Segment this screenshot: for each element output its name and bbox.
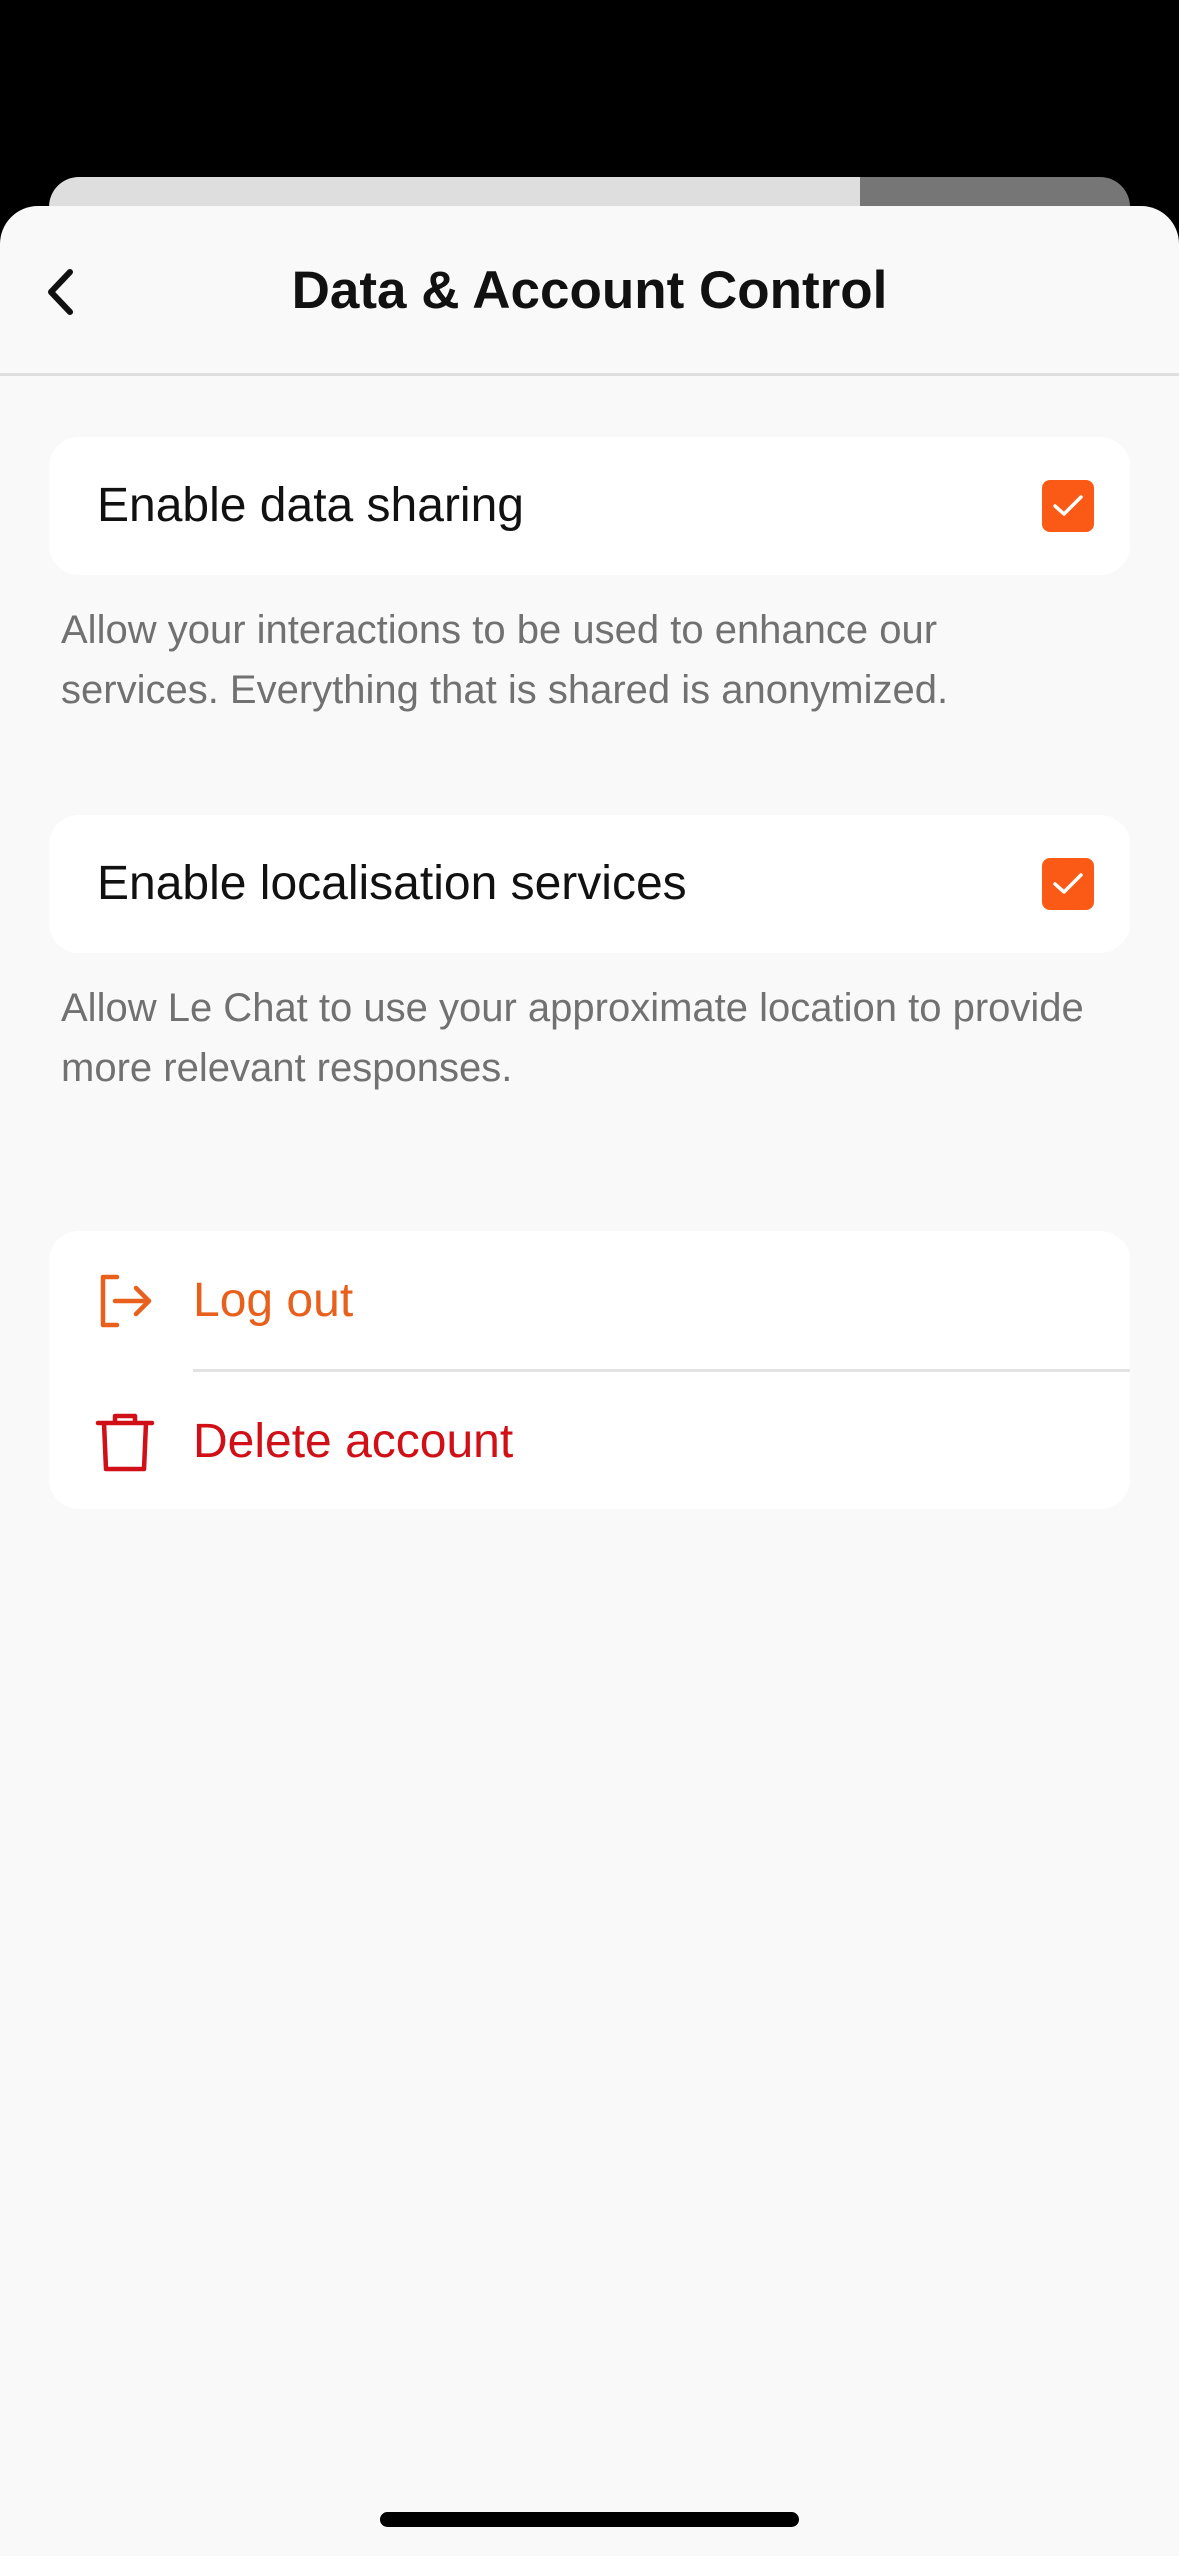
page-title: Data & Account Control: [291, 261, 888, 320]
back-button[interactable]: [30, 257, 90, 327]
localisation-checkbox[interactable]: [1042, 858, 1094, 910]
navigation-header: Data & Account Control: [0, 206, 1179, 376]
data-sharing-label: Enable data sharing: [97, 479, 524, 532]
logout-icon: [100, 1274, 152, 1328]
account-actions-card: Log out Delete account: [49, 1231, 1130, 1509]
trash-icon: [95, 1413, 155, 1472]
localisation-row[interactable]: Enable localisation services: [49, 815, 1130, 953]
data-sharing-row[interactable]: Enable data sharing: [49, 437, 1130, 575]
data-sharing-checkbox[interactable]: [1042, 480, 1094, 532]
settings-sheet: Data & Account Control Enable data shari…: [0, 206, 1179, 2556]
logout-button[interactable]: Log out: [49, 1231, 1130, 1371]
delete-account-button[interactable]: Delete account: [49, 1372, 1130, 1512]
checkmark-icon: [1053, 495, 1083, 516]
localisation-label: Enable localisation services: [97, 857, 687, 910]
checkmark-icon: [1053, 873, 1083, 894]
localisation-description: Allow Le Chat to use your approximate lo…: [61, 986, 1084, 1090]
logout-label: Log out: [193, 1274, 354, 1327]
delete-account-label: Delete account: [193, 1415, 514, 1468]
data-sharing-description: Allow your interactions to be used to en…: [61, 608, 949, 712]
chevron-left-icon: [48, 269, 73, 315]
home-indicator: [380, 2512, 799, 2527]
